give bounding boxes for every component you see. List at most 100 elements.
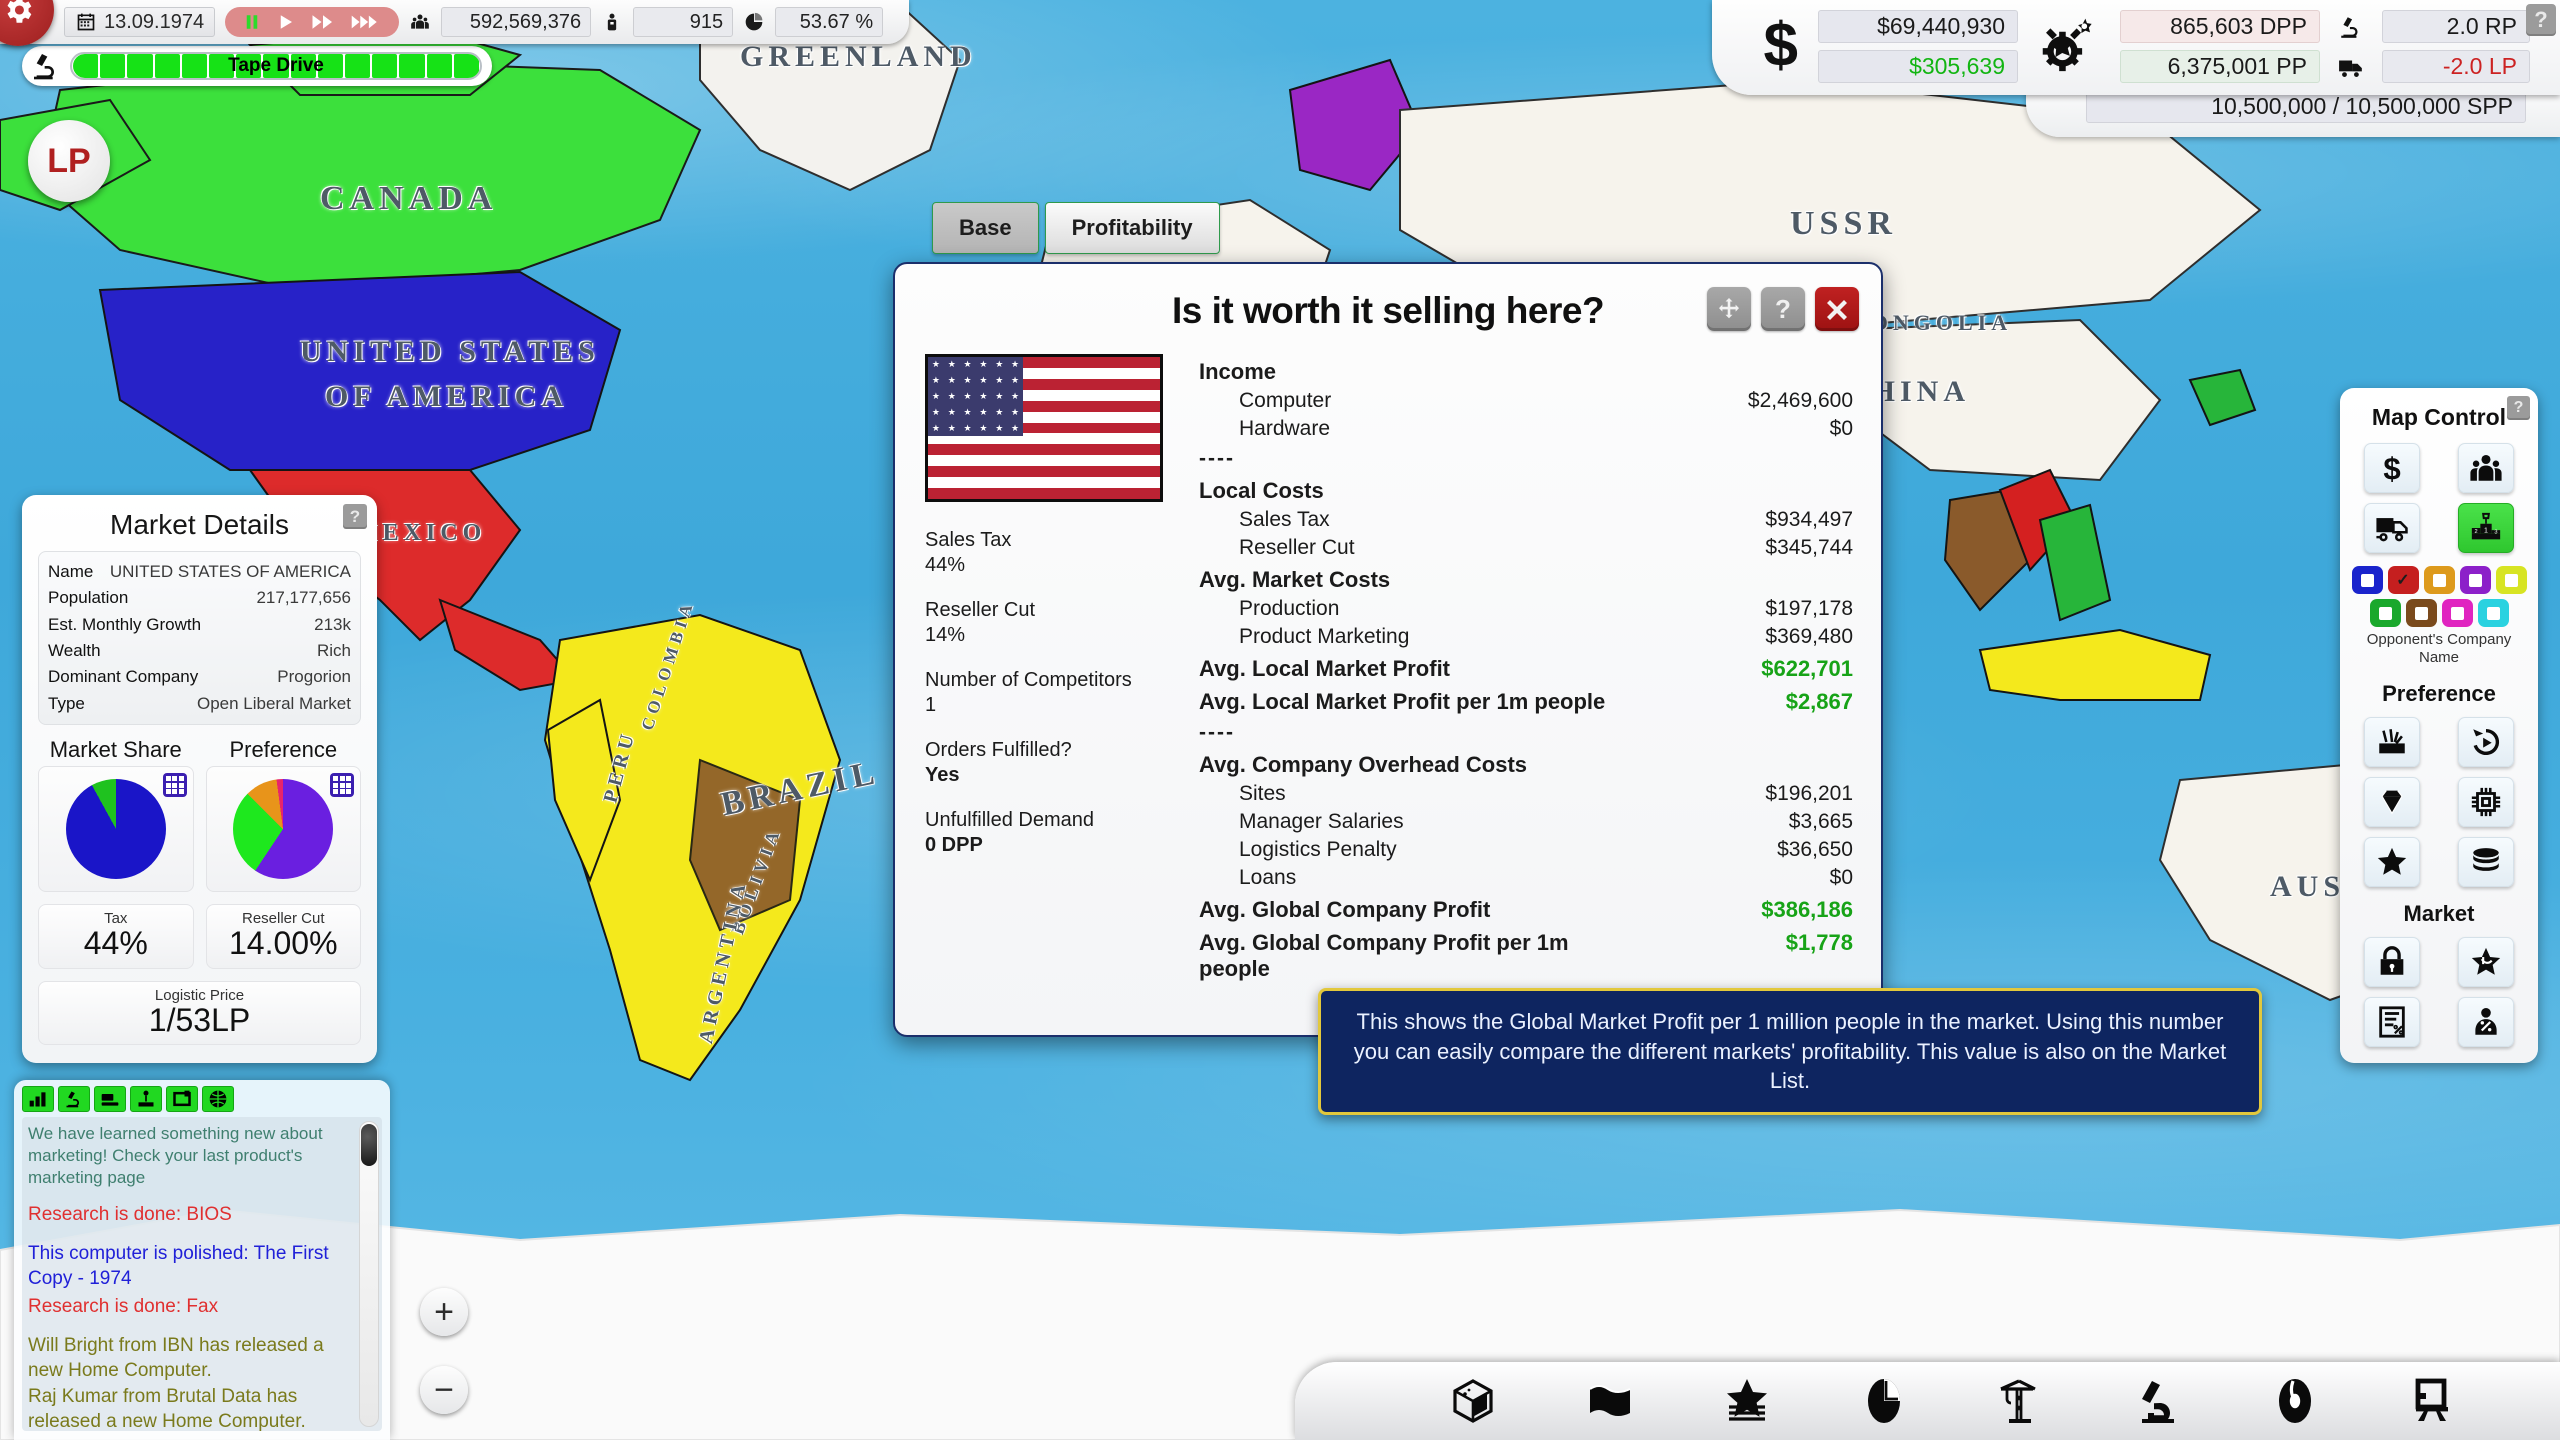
product-box-icon[interactable] (1449, 1377, 1497, 1425)
tab-base[interactable]: Base (932, 202, 1039, 254)
padlock-icon[interactable] (2364, 937, 2420, 987)
row-key: Income (1199, 359, 1277, 384)
row-value: UNITED STATES OF AMERICA (109, 562, 351, 581)
breakdown-row: Loans $0 (1199, 864, 1853, 892)
truck-icon[interactable] (2364, 503, 2420, 553)
dialog-help-button[interactable]: ? (1761, 287, 1805, 331)
crane-construction-icon[interactable] (1997, 1377, 2045, 1425)
office-supplies-icon[interactable] (2364, 717, 2420, 767)
breakdown-row-local-profit-per-1m: Avg. Local Market Profit per 1m people $2… (1199, 684, 1853, 717)
row-key: Sites (1239, 782, 1286, 805)
diamond-icon[interactable] (2364, 777, 2420, 827)
star-icon[interactable] (2364, 837, 2420, 887)
row-key: Type (48, 693, 85, 713)
contract-percent-icon[interactable] (2364, 997, 2420, 1047)
news-entry: Raj Kumar from Brutal Data has released … (28, 1386, 306, 1431)
breakdown-row: Manager Salaries $3,665 (1199, 808, 1853, 836)
field-label: Number of Competitors (925, 669, 1132, 691)
world-map-icon[interactable] (1586, 1377, 1634, 1425)
breakdown-separator: ---- (1199, 443, 1853, 473)
play-button[interactable] (277, 13, 295, 31)
production-icon[interactable] (130, 1086, 162, 1112)
close-icon[interactable] (1815, 287, 1859, 331)
disc-icon[interactable] (2271, 1377, 2319, 1425)
row-key: Name (48, 562, 94, 581)
map-zoom-in-button[interactable]: + (420, 1288, 468, 1336)
table-row: Type Open Liberal Market (48, 691, 351, 717)
pause-button[interactable] (243, 13, 261, 31)
stats-help-button[interactable]: ? (2526, 4, 2556, 36)
dialog-window-buttons: ? (1707, 287, 1859, 331)
pp-value: 6,375,001 PP (2120, 50, 2320, 83)
row-value: $36,650 (1777, 838, 1853, 861)
tab-profitability[interactable]: Profitability (1044, 202, 1220, 254)
breakdown-row: Avg. Market Costs (1199, 562, 1853, 595)
row-value: $0 (1829, 866, 1853, 889)
dollar-sign-icon[interactable]: $ (2364, 443, 2420, 493)
market-details-help-button[interactable]: ? (343, 504, 367, 529)
research-progress-bar[interactable]: Tape Drive (22, 46, 492, 86)
opponent-color-swatch[interactable] (2459, 566, 2491, 594)
market-buttons (2350, 937, 2528, 1047)
row-key: Computer (1239, 389, 1332, 412)
research-icon[interactable] (58, 1086, 90, 1112)
row-key: ---- (1199, 447, 1235, 470)
pie-chart-icon[interactable] (1860, 1377, 1908, 1425)
cpu-chip-icon[interactable] (2458, 777, 2514, 827)
news-log-scrollbar[interactable] (359, 1121, 379, 1427)
row-key: Sales Tax (1239, 508, 1330, 531)
map-zoom-out-button[interactable]: − (420, 1366, 468, 1414)
database-stack-icon[interactable] (2458, 837, 2514, 887)
fastest-forward-button[interactable] (351, 13, 381, 31)
population-group-icon[interactable] (2458, 443, 2514, 493)
star-ranking-icon[interactable] (1723, 1377, 1771, 1425)
table-view-icon[interactable] (162, 773, 187, 798)
breakdown-separator: ---- (1199, 717, 1853, 747)
news-log-entries[interactable]: We have learned something new about mark… (22, 1117, 382, 1431)
logistics-point-badge[interactable]: LP (28, 120, 110, 202)
opponent-color-swatch[interactable] (2405, 599, 2437, 627)
game-menu-gear-button[interactable] (0, 0, 54, 46)
field-orders-fulfilled: Orders Fulfilled? Yes (925, 738, 1187, 788)
world-population-display: 592,569,376 (441, 7, 592, 37)
row-key: Population (48, 588, 129, 608)
opponent-color-swatch-selected[interactable]: ✓ (2387, 566, 2419, 594)
world-icon[interactable] (202, 1086, 234, 1112)
finance-icon[interactable] (22, 1086, 54, 1112)
market-share-chart-column: Market Share (38, 737, 194, 893)
news-log-scroll-thumb[interactable] (361, 1124, 377, 1166)
logistic-price-value: 1/53LP (148, 1001, 251, 1038)
breakdown-row: Avg. Company Overhead Costs (1199, 747, 1853, 780)
reseller-person-icon[interactable] (2458, 997, 2514, 1047)
product-icon[interactable] (166, 1086, 198, 1112)
computer-desk-icon[interactable] (2408, 1377, 2456, 1425)
opponent-color-swatch[interactable] (2441, 599, 2473, 627)
market-details-title: Market Details (110, 509, 289, 540)
employee-icon (601, 11, 623, 33)
svg-text:$: $ (2383, 451, 2400, 485)
preference-section-title: Preference (2382, 681, 2496, 706)
breakdown-row: Sites $196,201 (1199, 780, 1853, 808)
map-control-top-buttons: $ 12 3 (2350, 443, 2528, 553)
svg-text:3: 3 (2494, 529, 2497, 535)
history-rewind-icon[interactable] (2458, 717, 2514, 767)
communist-star-icon[interactable] (2458, 937, 2514, 987)
hardware-icon[interactable] (94, 1086, 126, 1112)
opponent-color-swatch[interactable] (2369, 599, 2401, 627)
fast-forward-button[interactable] (311, 13, 335, 31)
map-control-help-button[interactable]: ? (2507, 396, 2530, 420)
opponent-color-swatch[interactable] (2495, 566, 2527, 594)
opponent-color-swatch[interactable] (2477, 599, 2509, 627)
truck-icon (2334, 50, 2368, 83)
flag-canton: ★ ★ ★ ★ ★ ★ ★ ★ ★ ★ ★ ★ ★ ★ ★ ★ ★ ★ ★ ★ ★ ★ ★ ★ ★ ★ ★ ★ ★ ★ (928, 357, 1023, 436)
podium-ranking-icon[interactable]: 12 3 (2458, 503, 2514, 553)
microscope-research-icon[interactable] (2134, 1377, 2182, 1425)
united-states-flag-icon: ★ ★ ★ ★ ★ ★ ★ ★ ★ ★ ★ ★ ★ ★ ★ ★ ★ ★ ★ ★ ★ ★ ★ ★ ★ ★ ★ ★ ★ ★ (925, 354, 1163, 502)
opponent-color-swatch[interactable] (2423, 566, 2455, 594)
breakdown-row: Computer $2,469,600 (1199, 387, 1853, 415)
table-view-icon[interactable] (330, 773, 354, 798)
opponent-color-swatch[interactable] (2351, 566, 2383, 594)
table-row: Name UNITED STATES OF AMERICA (48, 559, 351, 585)
row-key: Avg. Company Overhead Costs (1199, 752, 1528, 777)
move-icon[interactable] (1707, 287, 1751, 331)
